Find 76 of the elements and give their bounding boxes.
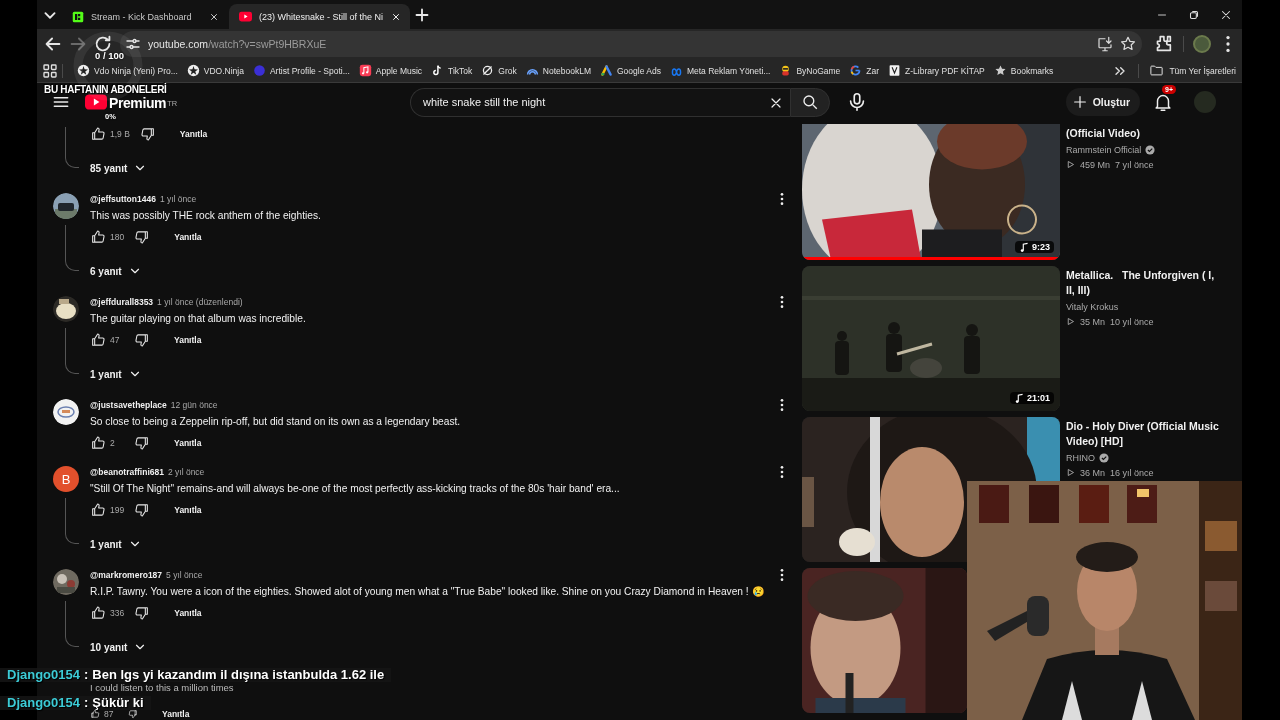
reply-button[interactable]: Yanıtla [164,500,212,520]
replies-toggle[interactable]: 6 yanıt [90,264,142,278]
goal-title: BU HAFTANIN ABONELERİ [44,84,167,95]
channel-name[interactable]: RHINO [1066,452,1095,463]
bookmark[interactable]: Bookmarks [993,64,1054,77]
comment-text: "Still Of The Night" remains-and will always be-one of the most perfectly ass-kicking tracks of the 80s 'hair band' era... [90,482,621,496]
comment-author[interactable]: @beanotraffini681 [90,467,164,477]
view-count: 35 Mn [1080,316,1105,327]
comment-time: 5 yıl önce [166,570,203,580]
bookmark[interactable]: Google Ads [600,64,661,77]
bookmark[interactable]: Artist Profile - Spoti... [252,64,350,77]
like-count: 2 [110,438,116,448]
avatar: B [53,466,79,492]
bookmark[interactable]: Apple Music [358,64,423,77]
chat-separator: : [84,668,89,682]
like-count: 1,9 B [110,129,130,139]
comment-time: 2 yıl önce [167,467,205,477]
bookmark[interactable]: Zar [849,64,880,77]
bookmark[interactable]: NotebookLM [525,64,591,77]
browser-tab[interactable]: (23) Whitesnake - Still of the Ni [229,4,411,29]
video-duration: 9:23 [1032,242,1050,252]
reply-button[interactable]: Yanıtla [164,603,212,623]
logo-text: Premium [109,96,167,110]
chat-message: Ben lgs yi kazandım il dışına istanbulda 1.62 ile [92,668,385,682]
video-title[interactable]: Dio - Holy Diver (Official Music Video) [HD] [1066,419,1222,449]
replies-toggle[interactable]: 85 yanıt [90,161,148,175]
bookmark[interactable]: TikTok [431,64,473,77]
reply-button[interactable]: Yanıtla [152,709,200,719]
video-title[interactable]: Metallica. The Unforgiven ( I, II, III) [1066,268,1222,298]
reply-button[interactable]: Yanıtla [164,227,212,247]
comment-time: 1 yıl önce [159,194,197,204]
comment-text: The guitar playing on that album was incredible. [90,312,307,326]
replies-toggle[interactable]: 10 yanıt [90,640,148,654]
comment-time: 1 yıl önce (düzenlendi) [157,297,243,307]
comment-author[interactable]: @jeffsutton1446 [90,194,156,204]
video-title[interactable]: (Official Video) [1066,126,1222,141]
comment-text: I could listen to this a million times [90,683,235,693]
replies-toggle[interactable]: 1 yanıt [90,367,142,381]
comment-text: This was possibly THE rock anthem of the eighties. [90,209,322,223]
reply-button[interactable]: Yanıtla [169,124,218,144]
comment-author[interactable]: @markromero187 [90,570,163,580]
like-count: 336 [110,608,125,618]
like-count: 47 [110,335,121,345]
like-count: 199 [110,505,125,515]
view-count: 459 Mn [1080,159,1111,170]
video-duration: 21:01 [1026,393,1050,403]
browser-tab[interactable]: Stream - Kick Dashboard [62,4,228,29]
upload-age: 7 yıl önce [1115,159,1154,170]
upload-age: 16 yıl önce [1110,467,1154,478]
bookmark[interactable]: VDO.Ninja [186,64,244,77]
bookmark[interactable]: ByNoGame [779,64,841,77]
view-count: 36 Mn [1080,467,1105,478]
like-count: 180 [110,232,125,242]
bookmark[interactable]: Meta Reklam Yöneti... [669,64,771,77]
upload-age: 10 yıl önce [1110,316,1154,327]
create-button[interactable]: Oluştur [1065,88,1140,116]
comment-time: 12 gün önce [170,400,218,410]
bookmark[interactable]: Vdo Ninja (Yeni) Pro... [77,64,178,77]
chat-username: Django0154 [7,696,80,710]
comment-text: R.I.P. Tawny. You were a icon of the eighties. Showed alot of young men what a "True Babe" looked like. Shine on you Crazy Diamond in Heaven ! 😢 [90,585,766,599]
bookmarks-folder[interactable]: Tüm Yer İşaretleri [1149,63,1236,78]
chat-message: Şükür ki [92,696,144,710]
search-field[interactable]: white snake still the night [410,87,790,117]
channel-name[interactable]: Rammstein Official [1066,144,1142,155]
bookmark[interactable]: Z-Library PDF KİTAP [888,64,985,77]
chat-separator: : [84,696,89,710]
comment-author[interactable]: @jeffdurall8353 [90,297,154,307]
reply-button[interactable]: Yanıtla [164,330,212,350]
channel-name[interactable]: Vitaly Krokus [1066,301,1119,312]
comment-author[interactable]: @justsavetheplace [90,400,167,410]
replies-toggle[interactable]: 1 yanıt [90,537,142,551]
reply-button[interactable]: Yanıtla [164,433,212,453]
like-count: 87 [104,709,114,719]
comment-text: So close to being a Zeppelin rip-off, but did stand on its own as a legendary beast. [90,415,462,429]
bookmark[interactable]: Grok [481,64,517,77]
chat-username: Django0154 [7,668,80,682]
